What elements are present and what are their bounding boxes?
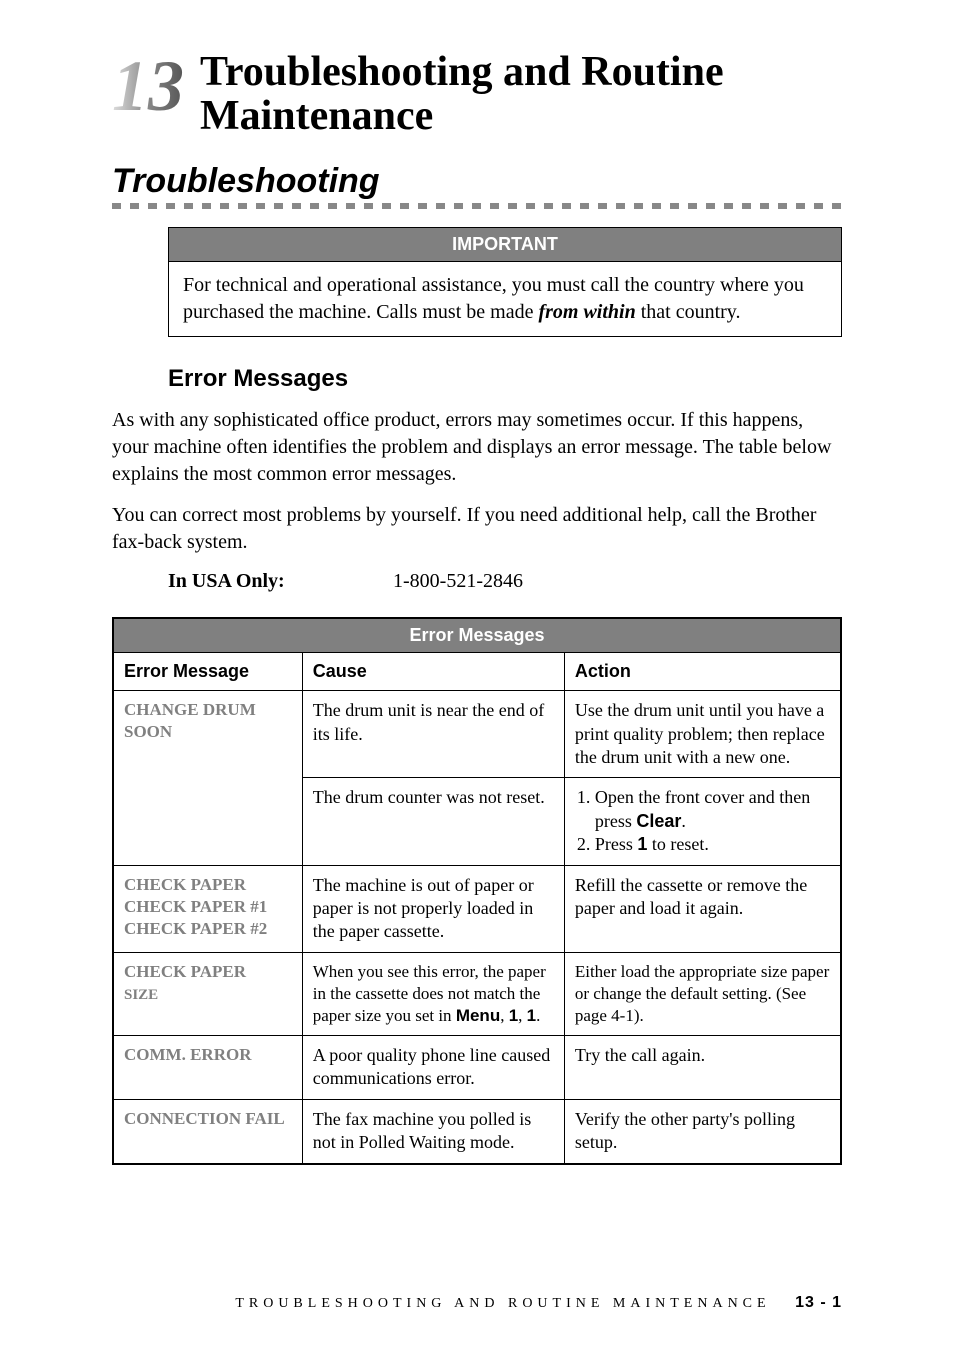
table-row: CONNECTION FAIL The fax machine you poll…: [113, 1099, 841, 1163]
table-title: Error Messages: [113, 618, 841, 653]
cause-text: ,: [500, 1006, 509, 1025]
cause-keyword: 1: [509, 1006, 518, 1025]
table-row: CHECK PAPER SIZE When you see this error…: [113, 952, 841, 1035]
footer-text: TROUBLESHOOTING AND ROUTINE MAINTENANCE: [235, 1296, 770, 1311]
action-keyword: Clear: [636, 811, 681, 831]
error-msg-line: CHECK PAPER: [124, 962, 246, 981]
important-box: For technical and operational assistance…: [168, 261, 842, 337]
phone-line: In USA Only: 1-800-521-2846: [168, 570, 842, 593]
chapter-header: 13 Troubleshooting and Routine Maintenan…: [112, 50, 842, 138]
cause-cell: A poor quality phone line caused communi…: [302, 1035, 564, 1099]
col-header-message: Error Message: [113, 653, 302, 691]
section-rule: [112, 203, 842, 209]
action-steps: Open the front cover and then press Clea…: [575, 786, 830, 856]
error-message-cell: CHANGE DRUM SOON: [113, 691, 302, 865]
error-msg-line: CHECK PAPER: [124, 875, 246, 894]
action-keyword: 1: [637, 834, 647, 854]
cause-cell: When you see this error, the paper in th…: [302, 952, 564, 1035]
action-cell: Refill the cassette or remove the paper …: [564, 865, 841, 952]
error-message-cell: CHECK PAPER CHECK PAPER #1 CHECK PAPER #…: [113, 865, 302, 952]
error-msg-line: CHANGE DRUM: [124, 700, 256, 719]
cause-cell: The drum unit is near the end of its lif…: [302, 691, 564, 778]
action-cell: Try the call again.: [564, 1035, 841, 1099]
cause-keyword: Menu: [456, 1006, 500, 1025]
error-msg-line: SOON: [124, 722, 172, 741]
important-header: IMPORTANT: [168, 227, 842, 261]
important-emph: from within: [538, 301, 635, 323]
body-para-1: As with any sophisticated office product…: [112, 407, 842, 488]
action-text: Open the front cover and then press: [595, 787, 810, 830]
error-messages-table: Error Messages Error Message Cause Actio…: [112, 617, 842, 1164]
cause-cell: The fax machine you polled is not in Pol…: [302, 1099, 564, 1163]
error-msg-line: SIZE: [124, 987, 158, 1003]
phone-label: In USA Only:: [168, 570, 388, 593]
subsection-title: Error Messages: [168, 365, 842, 393]
action-cell: Use the drum unit until you have a print…: [564, 691, 841, 778]
cause-cell: The machine is out of paper or paper is …: [302, 865, 564, 952]
action-text: to reset.: [647, 834, 708, 854]
error-msg-line: CHECK PAPER #2: [124, 919, 267, 938]
action-step: Press 1 to reset.: [595, 833, 830, 856]
table-row: CHECK PAPER CHECK PAPER #1 CHECK PAPER #…: [113, 865, 841, 952]
error-message-cell: CONNECTION FAIL: [113, 1099, 302, 1163]
cause-keyword: 1: [527, 1006, 536, 1025]
action-cell: Verify the other party's polling setup.: [564, 1099, 841, 1163]
error-msg-line: CHECK PAPER #1: [124, 897, 267, 916]
action-text: Press: [595, 834, 638, 854]
page-footer: TROUBLESHOOTING AND ROUTINE MAINTENANCE …: [112, 1294, 842, 1312]
chapter-number: 13: [112, 56, 184, 117]
section-title: Troubleshooting: [112, 162, 842, 201]
action-cell: Open the front cover and then press Clea…: [564, 778, 841, 865]
action-text: .: [681, 811, 686, 831]
cause-cell: The drum counter was not reset.: [302, 778, 564, 865]
chapter-title: Troubleshooting and Routine Maintenance: [200, 50, 842, 138]
important-text-after: that country.: [636, 301, 741, 323]
action-step: Open the front cover and then press Clea…: [595, 786, 830, 833]
table-row: CHANGE DRUM SOON The drum unit is near t…: [113, 691, 841, 778]
page-number: 13 - 1: [795, 1294, 842, 1311]
error-message-cell: CHECK PAPER SIZE: [113, 952, 302, 1035]
phone-number: 1-800-521-2846: [393, 570, 523, 592]
body-para-2: You can correct most problems by yoursel…: [112, 502, 842, 556]
cause-text: ,: [518, 1006, 527, 1025]
error-message-cell: COMM. ERROR: [113, 1035, 302, 1099]
cause-text: .: [536, 1006, 540, 1025]
col-header-action: Action: [564, 653, 841, 691]
action-cell: Either load the appropriate size paper o…: [564, 952, 841, 1035]
col-header-cause: Cause: [302, 653, 564, 691]
table-row: COMM. ERROR A poor quality phone line ca…: [113, 1035, 841, 1099]
